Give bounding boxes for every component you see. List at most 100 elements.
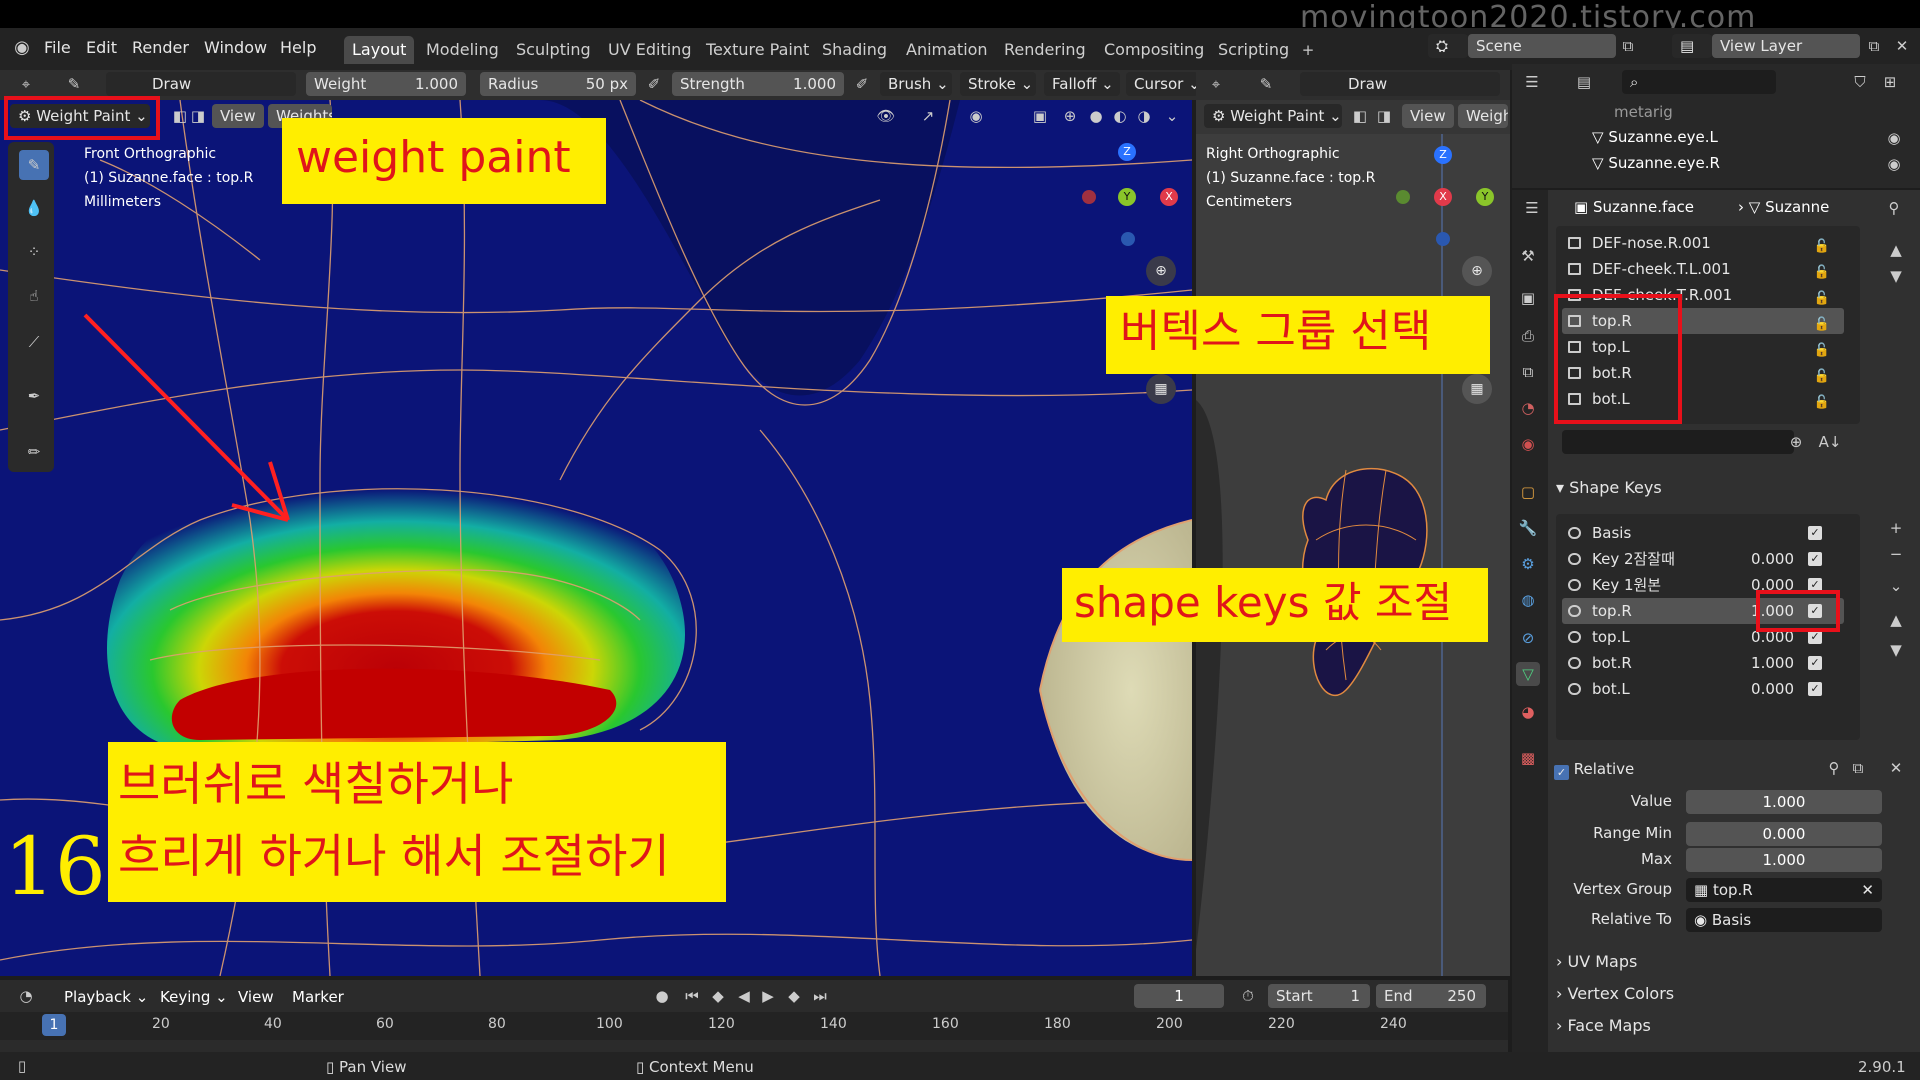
- range-min-field[interactable]: 0.000: [1686, 822, 1882, 846]
- play-icon[interactable]: ▶: [756, 984, 780, 1008]
- shape-key-move-down-icon[interactable]: ▼: [1884, 638, 1908, 662]
- jump-end-icon[interactable]: ⏭: [808, 984, 832, 1008]
- mesh-data-tab-icon[interactable]: ▽: [1516, 662, 1540, 686]
- tab-layout[interactable]: Layout: [344, 36, 415, 64]
- mask-vertex-icon[interactable]: ◨: [186, 104, 210, 128]
- vertex-group-filter-input[interactable]: [1562, 430, 1794, 454]
- view-layer-tab-icon[interactable]: ⧉: [1516, 360, 1540, 384]
- new-view-layer-icon[interactable]: ⧉: [1862, 34, 1886, 58]
- gizmo-toggle-icon[interactable]: ↗: [916, 104, 940, 128]
- playback-menu[interactable]: Playback ⌄: [64, 988, 148, 1006]
- shape-key-value[interactable]: 0.000: [1751, 546, 1794, 572]
- tool-tab-icon[interactable]: ⚒: [1516, 244, 1540, 268]
- relative-to-field[interactable]: ◉ Basis: [1686, 908, 1882, 932]
- rendered-shading-icon[interactable]: ◑: [1132, 104, 1156, 128]
- breadcrumb-mesh[interactable]: › ▽ Suzanne: [1738, 198, 1829, 216]
- material-tab-icon[interactable]: ◕: [1516, 700, 1540, 724]
- sample-weight-icon[interactable]: ✒: [22, 384, 46, 408]
- pin-icon[interactable]: ⚲: [1882, 196, 1906, 220]
- value-field[interactable]: 1.000: [1686, 790, 1882, 814]
- remove-shape-key-icon[interactable]: −: [1884, 542, 1908, 566]
- marker-menu[interactable]: Marker: [292, 988, 344, 1006]
- tab-animation[interactable]: Animation: [898, 36, 996, 64]
- modifier-tab-icon[interactable]: 🔧: [1516, 516, 1540, 540]
- new-collection-icon[interactable]: ⊞: [1878, 70, 1902, 94]
- tab-texture-paint[interactable]: Texture Paint: [698, 36, 817, 64]
- tab-rendering[interactable]: Rendering: [996, 36, 1094, 64]
- shape-keys-panel-header[interactable]: ▾ Shape Keys: [1556, 478, 1662, 497]
- vertex-colors-panel[interactable]: › Vertex Colors: [1556, 984, 1674, 1003]
- gradient-tool-icon[interactable]: ⟋: [22, 330, 46, 354]
- vertex-group-field[interactable]: ▦ top.R ✕: [1686, 878, 1882, 902]
- display-mode-icon[interactable]: ▤: [1572, 70, 1596, 94]
- blur-tool-icon[interactable]: 💧: [22, 196, 46, 220]
- shape-key-checkbox[interactable]: ✓: [1808, 630, 1822, 644]
- physics-tab-icon[interactable]: ◍: [1516, 588, 1540, 612]
- right-mask-icon[interactable]: ◧: [1348, 104, 1372, 128]
- shape-key-row[interactable]: Basis ✓: [1562, 520, 1844, 546]
- shape-key-checkbox[interactable]: ✓: [1808, 526, 1822, 540]
- shape-key-pin-icon[interactable]: ⚲: [1822, 756, 1846, 780]
- ortho-toggle-icon[interactable]: ▦: [1146, 374, 1176, 404]
- stopwatch-icon[interactable]: ⏱: [1236, 984, 1260, 1008]
- right-gizmo-neg-y[interactable]: [1396, 190, 1410, 204]
- menu-render[interactable]: Render: [132, 38, 189, 57]
- gizmo-neg-x[interactable]: [1082, 190, 1096, 204]
- shape-key-row[interactable]: Key 2잠잘때 0.000 ✓: [1562, 546, 1844, 572]
- output-tab-icon[interactable]: ⎙: [1516, 324, 1540, 348]
- gizmo-z-axis[interactable]: Z: [1118, 143, 1136, 161]
- timeline-editor-icon[interactable]: ◔: [14, 984, 38, 1008]
- right-gizmo-neg-z[interactable]: [1436, 232, 1450, 246]
- editor-type-icon[interactable]: ⌖: [14, 72, 38, 96]
- shape-key-move-up-icon[interactable]: ▲: [1884, 608, 1908, 632]
- vertex-group-row[interactable]: DEF-cheek.T.L.001 🔓: [1562, 256, 1844, 282]
- right-mode-selector[interactable]: ⚙ Weight Paint ⌄: [1204, 104, 1342, 128]
- tab-scripting[interactable]: Scripting: [1210, 36, 1297, 64]
- material-shading-icon[interactable]: ◐: [1108, 104, 1132, 128]
- right-gizmo-z[interactable]: Z: [1434, 146, 1452, 164]
- world-tab-icon[interactable]: ◉: [1516, 432, 1540, 456]
- right-editor-type-icon[interactable]: ⌖: [1204, 72, 1228, 96]
- tab-compositing[interactable]: Compositing: [1096, 36, 1212, 64]
- right-brush-name[interactable]: Draw: [1300, 72, 1500, 96]
- shading-options-icon[interactable]: ⌄: [1160, 104, 1184, 128]
- filter-add-icon[interactable]: ⊕: [1784, 430, 1808, 454]
- weight-field[interactable]: Weight 1.000: [306, 72, 466, 96]
- relative-checkbox[interactable]: ✓ Relative: [1554, 760, 1634, 780]
- brush-menu[interactable]: Brush ⌄: [880, 72, 952, 96]
- solid-shading-icon[interactable]: ●: [1084, 104, 1108, 128]
- right-weights-menu[interactable]: Weigh: [1458, 104, 1508, 128]
- face-maps-panel[interactable]: › Face Maps: [1556, 1016, 1651, 1035]
- lock-icon[interactable]: 🔓: [1814, 390, 1830, 416]
- new-scene-icon[interactable]: ⧉: [1616, 34, 1640, 58]
- shape-key-checkbox[interactable]: ✓: [1808, 552, 1822, 566]
- menu-window[interactable]: Window: [204, 38, 267, 57]
- shape-key-row[interactable]: bot.L 0.000 ✓: [1562, 676, 1844, 702]
- vertex-group-move-down-icon[interactable]: ▼: [1884, 264, 1908, 288]
- jump-start-icon[interactable]: ⏮: [680, 984, 704, 1008]
- end-frame-field[interactable]: End 250: [1376, 984, 1486, 1008]
- shape-key-row[interactable]: bot.R 1.000 ✓: [1562, 650, 1844, 676]
- breadcrumb-object[interactable]: ▣ Suzanne.face: [1574, 198, 1694, 216]
- render-tab-icon[interactable]: ▣: [1516, 286, 1540, 310]
- outliner-item-metarig[interactable]: metarig: [1614, 103, 1673, 121]
- shape-key-specials-icon[interactable]: ⌄: [1884, 574, 1908, 598]
- edit-mode-shape-icon[interactable]: ⧉: [1846, 756, 1870, 780]
- right-mask-vertex-icon[interactable]: ◨: [1372, 104, 1396, 128]
- zoom-icon[interactable]: ⊕: [1146, 256, 1176, 286]
- scene-name-field[interactable]: Scene: [1468, 34, 1616, 58]
- view-menu[interactable]: View: [212, 104, 264, 128]
- add-workspace-icon[interactable]: +: [1296, 38, 1320, 62]
- filter-icon[interactable]: ⛉: [1848, 70, 1872, 94]
- right-ortho-icon[interactable]: ▦: [1462, 374, 1492, 404]
- right-zoom-icon[interactable]: ⊕: [1462, 256, 1492, 286]
- gizmo-neg-z[interactable]: [1121, 232, 1135, 246]
- texture-tab-icon[interactable]: ▩: [1516, 746, 1540, 770]
- timeline-view-menu[interactable]: View: [238, 988, 274, 1006]
- keying-menu[interactable]: Keying ⌄: [160, 988, 228, 1006]
- properties-type-icon[interactable]: ☰: [1520, 196, 1544, 220]
- view-layer-selector-icon[interactable]: ▤: [1672, 34, 1712, 58]
- pressure-strength-icon[interactable]: ✐: [850, 72, 874, 96]
- remove-view-layer-icon[interactable]: ✕: [1890, 34, 1914, 58]
- shape-key-value[interactable]: 0.000: [1751, 676, 1794, 702]
